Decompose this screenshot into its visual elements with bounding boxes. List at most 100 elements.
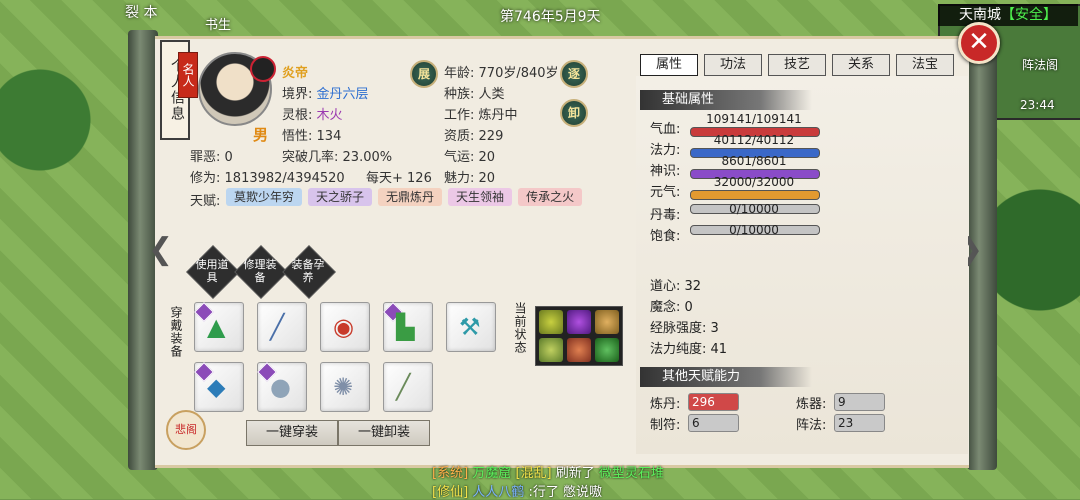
buff-icon[interactable] [539, 310, 563, 334]
tab-skills[interactable]: 技艺 [768, 54, 826, 76]
charm-row: 魅力: 20 [444, 167, 495, 186]
safety-status: 【安全】 [1001, 7, 1057, 23]
luck-value: 20 [478, 150, 496, 165]
equip-slot-robe[interactable]: ▲ [194, 302, 244, 352]
game-date: 第746年5月9天 [500, 9, 601, 25]
talent-tag[interactable]: 天生领袖 [448, 188, 513, 206]
bar-value: 109141/109141 [706, 112, 802, 126]
tab-bar: 属性 功法 技艺 关系 法宝 [640, 54, 954, 76]
race-value: 人类 [478, 87, 505, 102]
state-section-label: 当前状态 [513, 302, 527, 354]
buff-icon[interactable] [539, 338, 563, 362]
talent-tag[interactable]: 天之骄子 [308, 188, 373, 206]
breakthrough-value: 23.00% [342, 150, 393, 165]
daily-gain: 每天+ 126 [366, 171, 432, 186]
expel-button[interactable]: 逐 [560, 60, 588, 88]
stat-label: 法力纯度: [650, 342, 707, 357]
unequip-all-button[interactable]: 一键卸装 [338, 420, 430, 446]
brush-icon: ╱ [396, 373, 411, 401]
equip-slot-orb[interactable]: ● [257, 362, 307, 412]
chat-tag: [混乱] [515, 466, 552, 481]
stat-value: 0 [684, 300, 693, 315]
realm-value: 金丹六层 [316, 87, 369, 102]
dao-heart-row: 道心: 32 [650, 275, 701, 294]
talisman-value: 6 [688, 414, 739, 432]
alchemy-label: 炼丹: [650, 397, 681, 412]
bar-value: 0/10000 [729, 223, 779, 237]
talent-label: 天赋: [190, 194, 221, 209]
chat-sender: 万魔窟 [472, 466, 512, 481]
talent-tag[interactable]: 莫欺少年穷 [226, 188, 303, 206]
sect-emblem-icon [250, 56, 276, 82]
cultivation-label: 修为: [190, 171, 221, 186]
nurture-equipment-label: 装备孕养 [291, 258, 325, 284]
work-row: 工作: 炼丹中 [444, 104, 518, 123]
bar-value: 8601/8601 [721, 154, 787, 168]
bar-label: 饱食: [650, 229, 681, 244]
sword-icon: ╱ [270, 313, 285, 341]
work-label: 工作: [444, 108, 475, 123]
hammer-icon: ⚒ [459, 313, 481, 341]
tab-artifacts[interactable]: 法宝 [896, 54, 954, 76]
wisdom-seal-icon[interactable]: 悲阁 [166, 410, 206, 450]
basic-attributes-title: 基础属性 [640, 90, 812, 110]
equip-slot-tool[interactable]: ⚒ [446, 302, 496, 352]
equip-slot-sword[interactable]: ╱ [257, 302, 307, 352]
celebrity-badge: 名人 [178, 52, 198, 98]
other-talents-title: 其他天赋能力 [640, 367, 812, 387]
luck-label: 气运: [444, 150, 475, 165]
swirl-icon: ✺ [333, 373, 354, 401]
character-name: 炎帝 [282, 66, 309, 81]
talent-tag[interactable]: 传承之火 [518, 188, 583, 206]
bar-row: 神识: 8601/8601 [650, 154, 840, 179]
minimap-title: 天南城【安全】 [938, 4, 1078, 26]
chat-channel: [系统] [432, 466, 469, 481]
use-item-label: 使用道具 [195, 258, 229, 284]
work-value: 炼丹中 [478, 108, 518, 123]
forging-label: 炼器: [796, 397, 827, 412]
equip-slot-boots[interactable]: ▙ [383, 302, 433, 352]
alchemy-value: 296 [688, 393, 739, 411]
cultivation-value: 1813982/4394520 [224, 171, 345, 186]
bar-row: 元气: 32000/32000 [650, 175, 840, 200]
formation-value: 23 [834, 414, 885, 432]
tab-relations[interactable]: 关系 [832, 54, 890, 76]
buff-icon[interactable] [567, 338, 591, 362]
status-effects-grid [535, 306, 623, 366]
demon-thought-row: 魔念: 0 [650, 296, 693, 315]
repair-equipment-label: 修理装备 [243, 258, 277, 284]
talent-tag[interactable]: 无鼎炼丹 [378, 188, 443, 206]
equip-slot-amulet[interactable]: ◉ [320, 302, 370, 352]
equip-slot-talisman[interactable]: ✺ [320, 362, 370, 412]
root-row: 灵根: 木火 [282, 104, 343, 123]
boots-icon: ▙ [396, 313, 415, 341]
tab-techniques[interactable]: 功法 [704, 54, 762, 76]
tab-attributes[interactable]: 属性 [640, 54, 698, 76]
chat-line[interactable]: [系统] 万魔窟 [混乱] 刷新了 微型灵石堆 [432, 462, 664, 481]
bar-value: 0/10000 [729, 202, 779, 216]
amulet-icon: ◉ [333, 313, 354, 341]
top-left-label: 裂 本 [125, 5, 158, 21]
robe-icon: ▲ [207, 313, 226, 341]
minimap-location-label: 阵法阁 [1022, 58, 1059, 72]
stat-label: 经脉强度: [650, 321, 707, 336]
prev-character-arrow-icon[interactable]: ❮ [148, 232, 173, 267]
close-button[interactable]: ✕ [958, 22, 1000, 64]
realm-label: 境界: [282, 87, 313, 102]
equip-all-button[interactable]: 一键穿装 [246, 420, 338, 446]
stat-value: 3 [710, 321, 719, 336]
bar-row: 法力: 40112/40112 [650, 133, 840, 158]
root-value: 木火 [316, 108, 343, 123]
talent-list: 莫欺少年穷 天之骄子 无鼎炼丹 天生领袖 传承之火 [226, 188, 583, 206]
equip-slot-brush[interactable]: ╱ [383, 362, 433, 412]
chat-line[interactable]: [修仙] 人人八鹤 :行了 憋说嗷 [432, 481, 602, 500]
buff-icon[interactable] [567, 310, 591, 334]
buff-icon[interactable] [595, 338, 619, 362]
display-button[interactable]: 展 [410, 60, 438, 88]
race-row: 种族: 人类 [444, 83, 505, 102]
buff-icon[interactable] [595, 310, 619, 334]
sin-label: 罪恶: [190, 150, 221, 165]
equip-slot-armor[interactable]: ◆ [194, 362, 244, 412]
unload-button[interactable]: 卸 [560, 99, 588, 127]
orb-icon: ● [270, 373, 291, 401]
